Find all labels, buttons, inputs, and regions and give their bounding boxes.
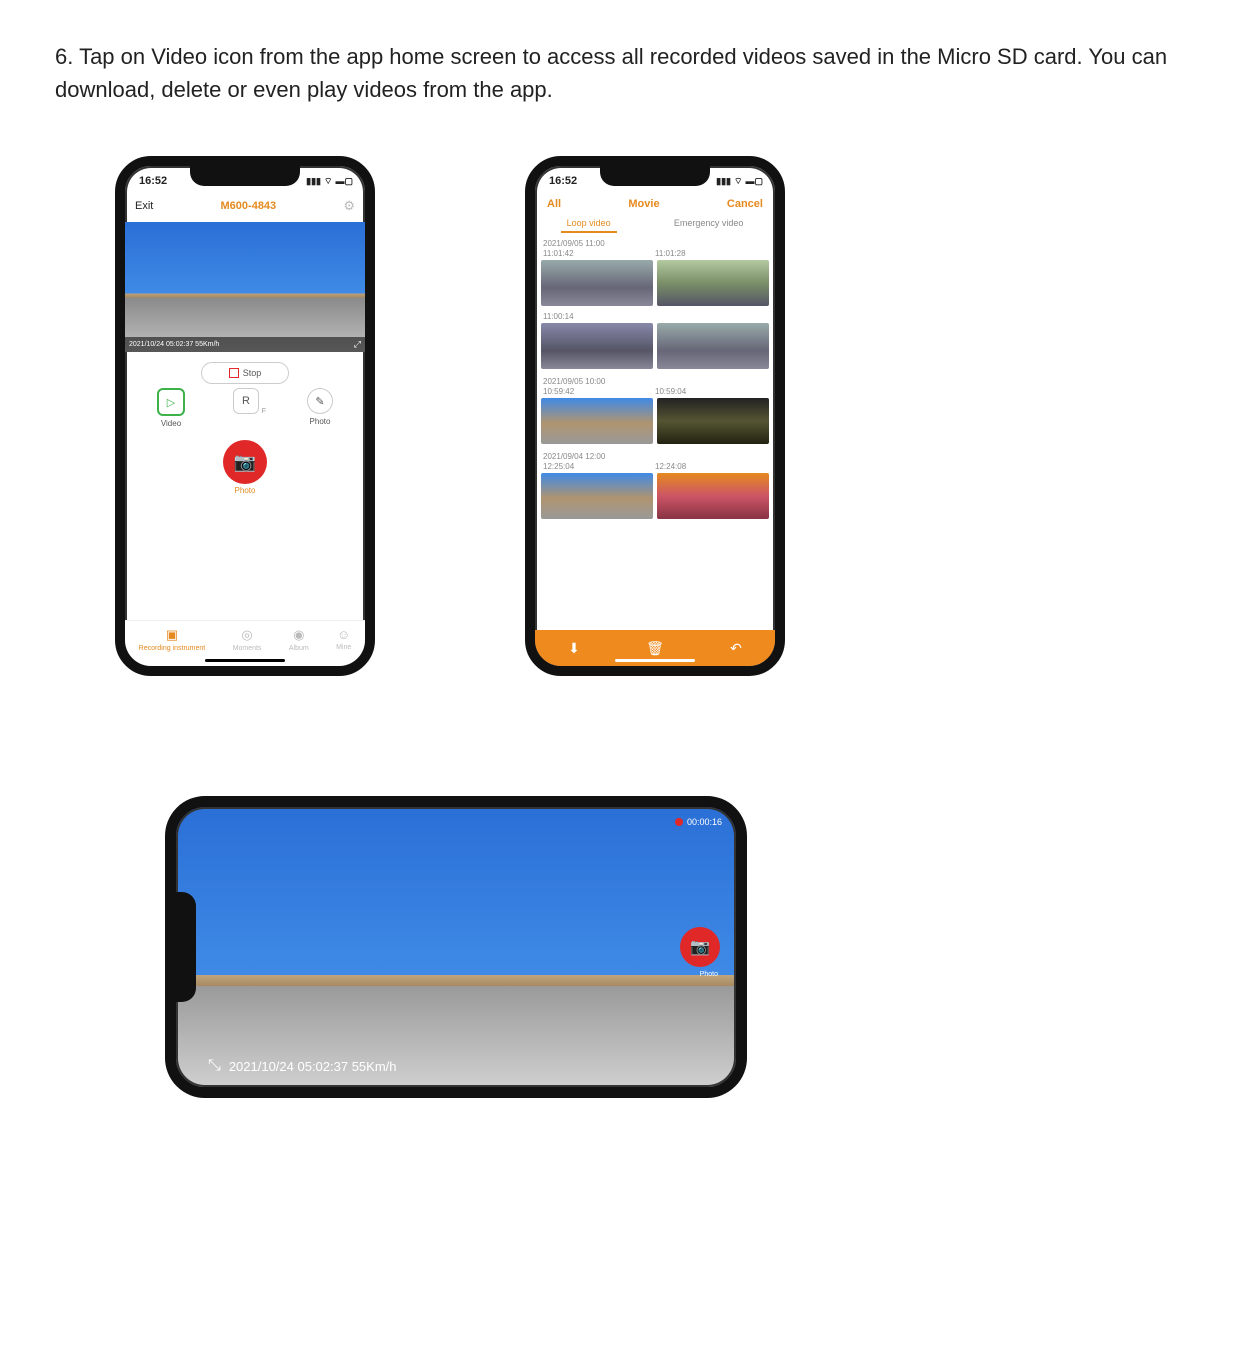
tab-moments[interactable]: ◎ Moments: [233, 627, 262, 652]
tab-emergency-video[interactable]: Emergency video: [668, 218, 750, 233]
signal-icon: ▮▮▮: [716, 176, 731, 187]
video-thumbnail[interactable]: [541, 260, 653, 306]
camera-icon: 📷: [234, 452, 256, 473]
video-thumbnail[interactable]: [657, 323, 769, 369]
tab-loop-video[interactable]: Loop video: [561, 218, 617, 233]
section-header: 2021/09/05 11:00: [535, 235, 775, 249]
clip-time: 11:00:14: [535, 310, 775, 323]
delete-icon[interactable]: 🗑: [646, 640, 664, 657]
rf-toggle[interactable]: R F: [233, 388, 259, 428]
exit-button[interactable]: Exit: [135, 200, 153, 212]
tab-label: Recording instrument: [139, 645, 206, 652]
person-icon: ✎: [315, 395, 324, 408]
recording-time: 00:00:16: [687, 817, 722, 827]
recording-indicator: 00:00:16: [675, 817, 722, 827]
video-thumbnail[interactable]: [657, 473, 769, 519]
playback-overlay-text: 2021/10/24 05:02:37 55Km/h: [229, 1059, 397, 1074]
tab-mine[interactable]: ☺ Mine: [336, 627, 351, 652]
phone-home-screen: 16:52 ▮▮▮ ⌔ ▬▢ Exit M600-4843 ⚙ 2021/10/…: [115, 156, 375, 676]
record-dot-icon: [675, 818, 683, 826]
r-label: R: [242, 395, 250, 407]
phone-movie-list: 16:52 ▮▮▮ ⌔ ▬▢ All Movie Cancel Loop vid…: [525, 156, 785, 676]
home-indicator: [205, 659, 285, 662]
clip-time: 11:01:42: [543, 249, 655, 258]
photo-label: Photo: [310, 417, 331, 426]
status-icons: ▮▮▮ ⌔ ▬▢: [306, 176, 353, 187]
stop-button[interactable]: Stop: [201, 362, 289, 384]
shutter-label: Photo: [125, 486, 365, 495]
live-preview[interactable]: 2021/10/24 05:02:37 55Km/h ⤢: [125, 222, 365, 352]
video-thumbnail[interactable]: [657, 398, 769, 444]
play-icon: ▷: [167, 396, 175, 409]
video-label: Video: [161, 419, 181, 428]
tab-recording[interactable]: ▣ Recording instrument: [139, 627, 206, 652]
device-title: M600-4843: [221, 200, 277, 212]
tab-album[interactable]: ◉ Album: [289, 627, 309, 652]
settings-icon[interactable]: ⚙: [343, 198, 355, 214]
fullscreen-icon[interactable]: ⤢: [354, 339, 361, 350]
movie-title: Movie: [628, 198, 659, 210]
status-icons: ▮▮▮ ⌔ ▬▢: [716, 176, 763, 187]
camera-icon: 📷: [690, 937, 710, 957]
photo-mode-button[interactable]: ✎ Photo: [307, 388, 333, 428]
tab-label: Album: [289, 645, 309, 652]
battery-icon: ▬▢: [745, 176, 763, 187]
cancel-button[interactable]: Cancel: [727, 198, 763, 210]
album-icon: ◉: [289, 627, 309, 643]
clip-time: 12:24:08: [655, 462, 767, 471]
all-button[interactable]: All: [547, 198, 561, 210]
phone-notch: [190, 166, 300, 186]
moments-icon: ◎: [233, 627, 262, 643]
battery-icon: ▬▢: [335, 176, 353, 187]
shutter-button[interactable]: 📷: [680, 927, 720, 967]
clip-time: 12:25:04: [543, 462, 655, 471]
clip-time: 10:59:42: [543, 387, 655, 396]
person-icon: ☺: [336, 627, 351, 642]
phone-notch: [176, 892, 196, 1002]
video-thumbnail[interactable]: [541, 473, 653, 519]
preview-overlay-text: 2021/10/24 05:02:37 55Km/h: [129, 341, 219, 348]
section-header: 2021/09/05 10:00: [535, 373, 775, 387]
phone-notch: [600, 166, 710, 186]
exit-fullscreen-icon[interactable]: ⤡: [208, 1057, 221, 1075]
phone-fullscreen-playback: 00:00:16 📷 Photo ⤡ 2021/10/24 05:02:37 5…: [165, 796, 747, 1098]
shutter-button[interactable]: 📷: [223, 440, 267, 484]
signal-icon: ▮▮▮: [306, 176, 321, 187]
video-thumbnail[interactable]: [657, 260, 769, 306]
wifi-icon: ⌔: [324, 176, 332, 187]
stop-label: Stop: [243, 368, 262, 378]
video-list[interactable]: 2021/09/05 11:00 11:01:4211:01:28 11:00:…: [535, 235, 775, 595]
shutter-label: Photo: [700, 971, 718, 978]
camera-icon: ▣: [139, 627, 206, 643]
video-thumbnail[interactable]: [541, 323, 653, 369]
status-time: 16:52: [139, 175, 167, 187]
back-icon[interactable]: ↶: [730, 640, 742, 657]
clip-time: 10:59:04: [655, 387, 767, 396]
tab-label: Moments: [233, 645, 262, 652]
stop-icon: [229, 368, 239, 378]
video-mode-button[interactable]: ▷ Video: [157, 388, 185, 428]
instruction-text: 6. Tap on Video icon from the app home s…: [55, 40, 1199, 106]
clip-time: 11:01:28: [655, 249, 767, 258]
f-sub-label: F: [262, 408, 266, 415]
status-time: 16:52: [549, 175, 577, 187]
wifi-icon: ⌔: [734, 176, 742, 187]
tab-label: Mine: [336, 644, 351, 651]
video-thumbnail[interactable]: [541, 398, 653, 444]
section-header: 2021/09/04 12:00: [535, 448, 775, 462]
home-indicator: [615, 659, 695, 662]
download-icon[interactable]: ⬇: [568, 640, 580, 657]
